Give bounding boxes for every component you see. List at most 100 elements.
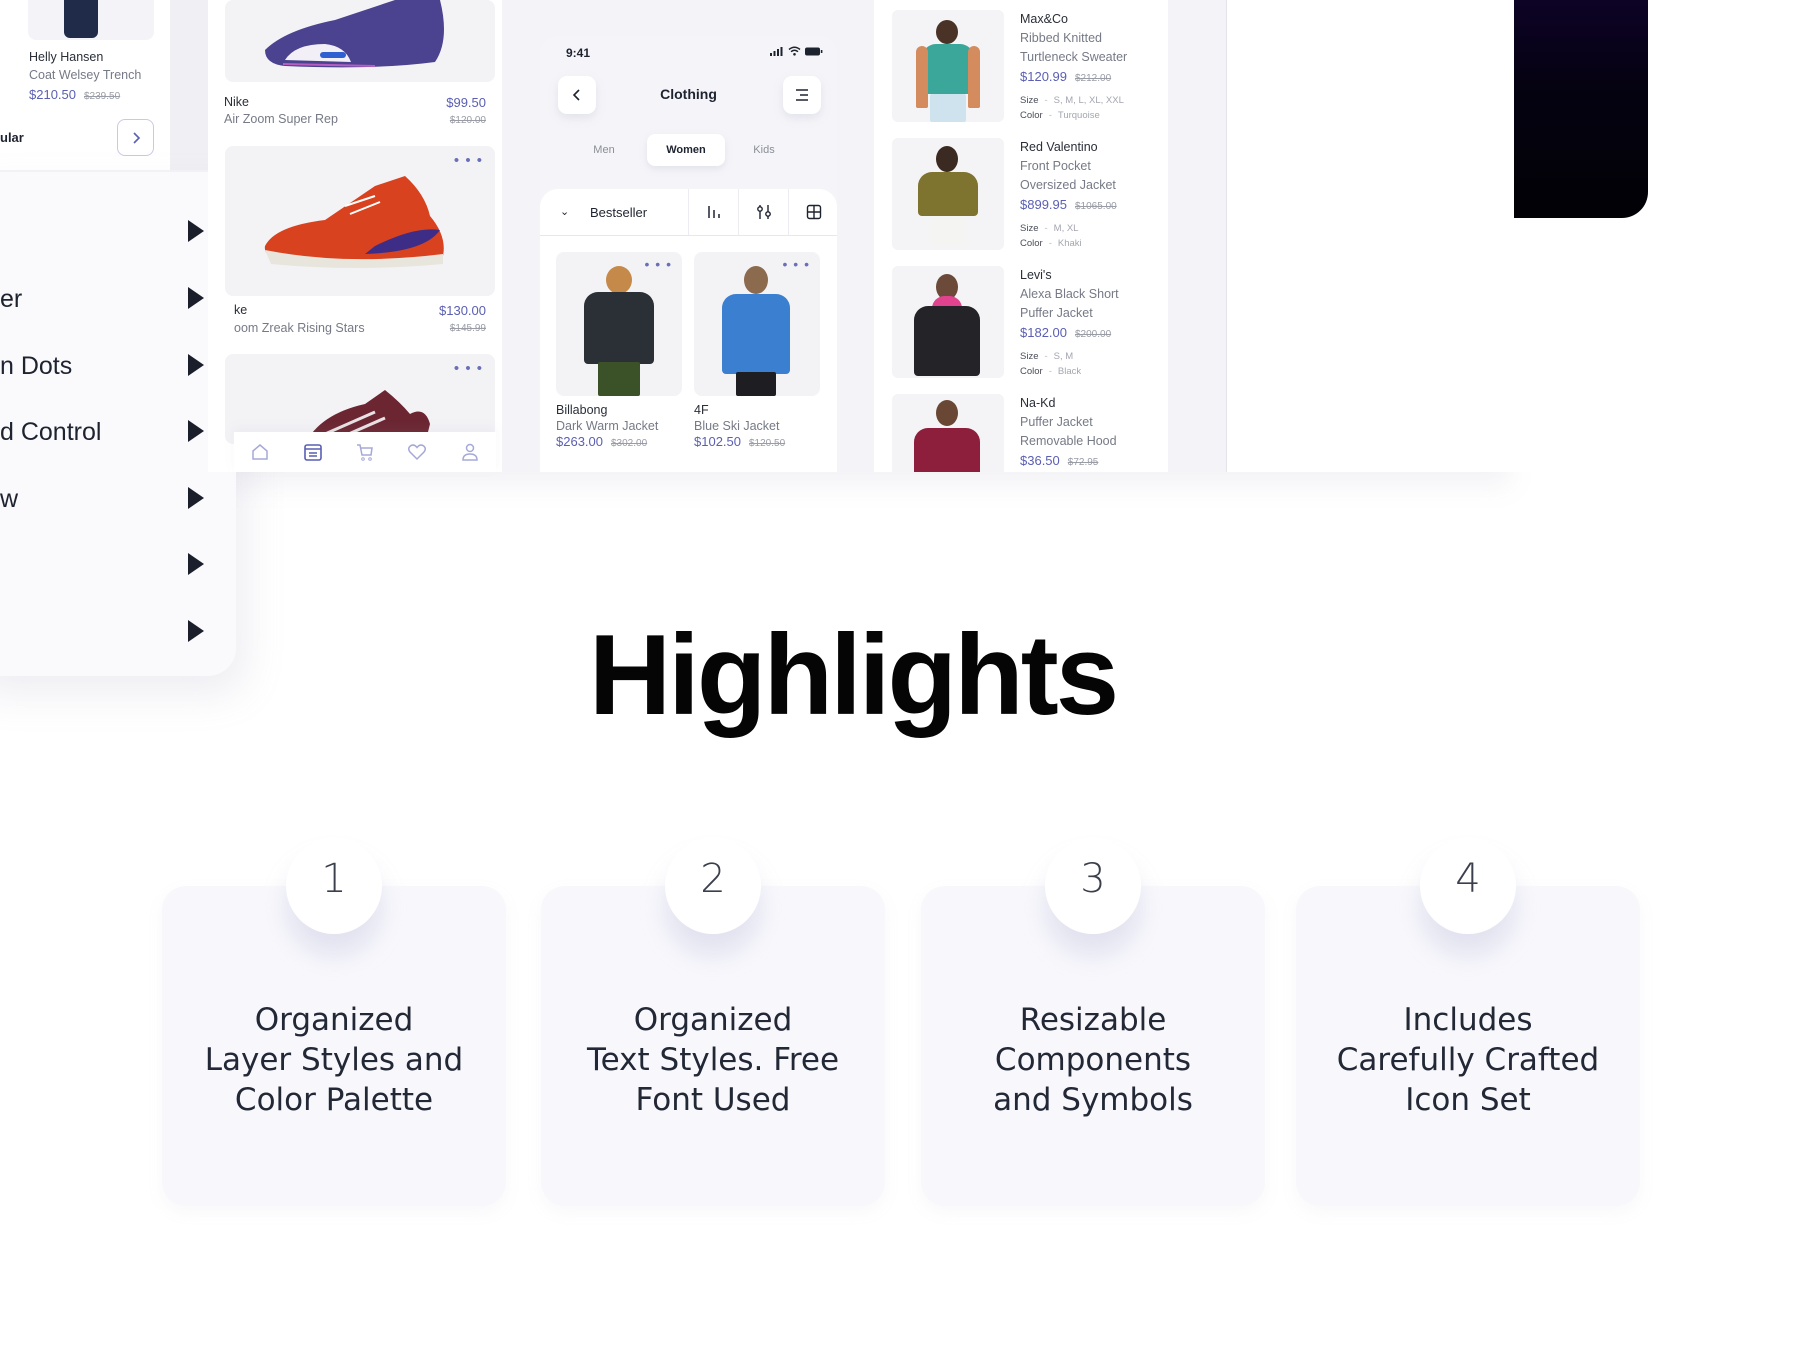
product-name: oom Zreak Rising Stars <box>234 321 365 335</box>
highlight-number-badge: 4 <box>1420 838 1516 934</box>
size-value: M, XL <box>1053 223 1079 234</box>
highlight-text: Organized Text Styles. Free Font Used <box>586 1002 840 1118</box>
color-value: Khaki <box>1057 238 1082 249</box>
product-image[interactable] <box>225 0 495 82</box>
battery-icon <box>805 47 823 55</box>
tab-kids[interactable]: Kids <box>734 134 794 166</box>
product-name: Blue Ski Jacket <box>694 419 780 433</box>
product-image <box>892 10 1004 122</box>
product-attributes: Size - S, M Color - Black <box>1020 349 1170 379</box>
product-name-line-2: Puffer Jacket <box>1020 306 1093 320</box>
product-image[interactable]: • • • <box>225 146 495 296</box>
product-brand: Nike <box>224 95 250 109</box>
product-name-line-2: Turtleneck Sweater <box>1020 50 1128 64</box>
product-old-price: $212.00 <box>1075 73 1112 84</box>
sort-filter-bar: ⌄ Bestseller <box>540 189 837 236</box>
product-name-line-1: Front Pocket <box>1020 159 1091 173</box>
menu-item[interactable]: n Dots <box>0 344 204 384</box>
category-tabs: Men Women Kids <box>540 134 837 166</box>
dark-preview-panel <box>1514 0 1648 218</box>
product-name: Dark Warm Jacket <box>556 419 659 433</box>
product-card[interactable]: • • • 4F Blue Ski Jacket $102.50 $120.50 <box>694 252 820 451</box>
product-brand: Levi's <box>1020 268 1052 282</box>
color-label: Color <box>1020 238 1043 249</box>
home-icon[interactable] <box>249 441 271 463</box>
triangle-right-icon <box>188 420 204 442</box>
product-brand: 4F <box>694 403 709 417</box>
product-price: $36.50 <box>1020 453 1060 468</box>
menu-item[interactable] <box>0 543 204 583</box>
product-name-line-1: Alexa Black Short <box>1020 287 1119 301</box>
grid-view-button[interactable] <box>788 189 837 235</box>
more-options-icon[interactable]: • • • <box>454 152 483 169</box>
product-name: Coat Welsey Trench <box>29 68 142 82</box>
product-old-price: $72.95 <box>1067 457 1099 468</box>
filter-sliders-icon <box>756 205 771 219</box>
product-price: $120.99 <box>1020 69 1067 84</box>
product-old-price: $120.50 <box>749 438 786 449</box>
menu-item[interactable]: w <box>0 477 204 517</box>
product-image: • • • <box>694 252 820 396</box>
catalog-icon[interactable] <box>302 441 324 463</box>
next-button[interactable] <box>117 119 154 156</box>
list-item[interactable]: Red Valentino Front Pocket Oversized Jac… <box>892 128 1168 250</box>
separator: - <box>1044 223 1048 234</box>
product-image <box>892 266 1004 378</box>
highlight-card: 1 Organized Layer Styles and Color Palet… <box>162 838 506 1206</box>
list-item[interactable]: Levi's Alexa Black Short Puffer Jacket $… <box>892 256 1170 379</box>
sort-stats-button[interactable] <box>688 189 738 235</box>
separator: - <box>1044 95 1048 106</box>
product-grid: • • • Billabong Dark Warm Jacket $263.00… <box>540 236 837 472</box>
highlight-card: 4 Includes Carefully Crafted Icon Set <box>1296 838 1640 1206</box>
triangle-right-icon <box>188 487 204 509</box>
menu-item[interactable]: er <box>0 277 204 317</box>
cart-icon[interactable] <box>354 441 376 463</box>
highlight-number-badge: 3 <box>1045 838 1141 934</box>
phone-screen-clothing: 9:41 Clothing Men Women Kids ⌄ Bestselle… <box>540 36 837 472</box>
menu-item[interactable]: d Control <box>0 410 204 450</box>
color-value: Turquoise <box>1057 110 1100 121</box>
highlight-number: 4 <box>1455 856 1481 902</box>
menu-item[interactable] <box>0 210 204 250</box>
wifi-icon <box>788 46 801 56</box>
product-name: Air Zoom Super Rep <box>224 112 338 126</box>
status-time: 9:41 <box>566 46 591 60</box>
separator: - <box>1048 238 1052 249</box>
color-label: Color <box>1020 366 1043 377</box>
product-name-line-2: Oversized Jacket <box>1020 178 1116 192</box>
product-list-panel: Max&Co Ribbed Knitted Turtleneck Sweater… <box>874 0 1168 472</box>
tab-women[interactable]: Women <box>647 134 725 166</box>
menu-item-label: w <box>0 485 19 513</box>
product-old-price: $239.50 <box>84 91 121 102</box>
product-price: $210.50 <box>29 87 76 102</box>
list-item[interactable]: Na-Kd Puffer Jacket Removable Hood $36.5… <box>892 384 1168 472</box>
price-box: $210.50 $239.50 <box>29 86 120 104</box>
triangle-right-icon <box>188 354 204 376</box>
menu-button[interactable] <box>783 76 821 114</box>
separator: - <box>1044 351 1048 362</box>
product-price: $102.50 <box>694 434 741 449</box>
heart-icon[interactable] <box>406 441 428 463</box>
product-image[interactable]: • • • <box>225 354 495 444</box>
highlight-number: 1 <box>321 856 347 902</box>
tab-men[interactable]: Men <box>574 134 634 166</box>
product-image <box>892 394 1004 472</box>
product-price: $263.00 <box>556 434 603 449</box>
size-label: Size <box>1020 95 1039 106</box>
product-card[interactable]: • • • Billabong Dark Warm Jacket $263.00… <box>556 252 682 451</box>
section-label-popular: ular <box>0 130 24 145</box>
sort-dropdown[interactable]: Bestseller <box>590 205 647 220</box>
product-name-line-2: Removable Hood <box>1020 434 1117 448</box>
list-item[interactable]: Max&Co Ribbed Knitted Turtleneck Sweater… <box>892 0 1168 122</box>
more-options-icon[interactable]: • • • <box>454 360 483 377</box>
dropdown-menu-panel: er n Dots d Control w <box>0 172 236 676</box>
product-card-helly-hansen[interactable]: Helly Hansen Coat Welsey Trench $210.50 $… <box>0 0 170 170</box>
profile-icon[interactable] <box>459 441 481 463</box>
highlight-card: 3 Resizable Components and Symbols <box>921 838 1265 1206</box>
bar-chart-icon <box>707 206 720 218</box>
more-options-icon[interactable]: • • • <box>783 256 810 272</box>
chevron-down-icon[interactable]: ⌄ <box>560 205 569 218</box>
filter-button[interactable] <box>738 189 788 235</box>
menu-item-label: er <box>0 285 23 313</box>
more-options-icon[interactable]: • • • <box>645 256 672 272</box>
